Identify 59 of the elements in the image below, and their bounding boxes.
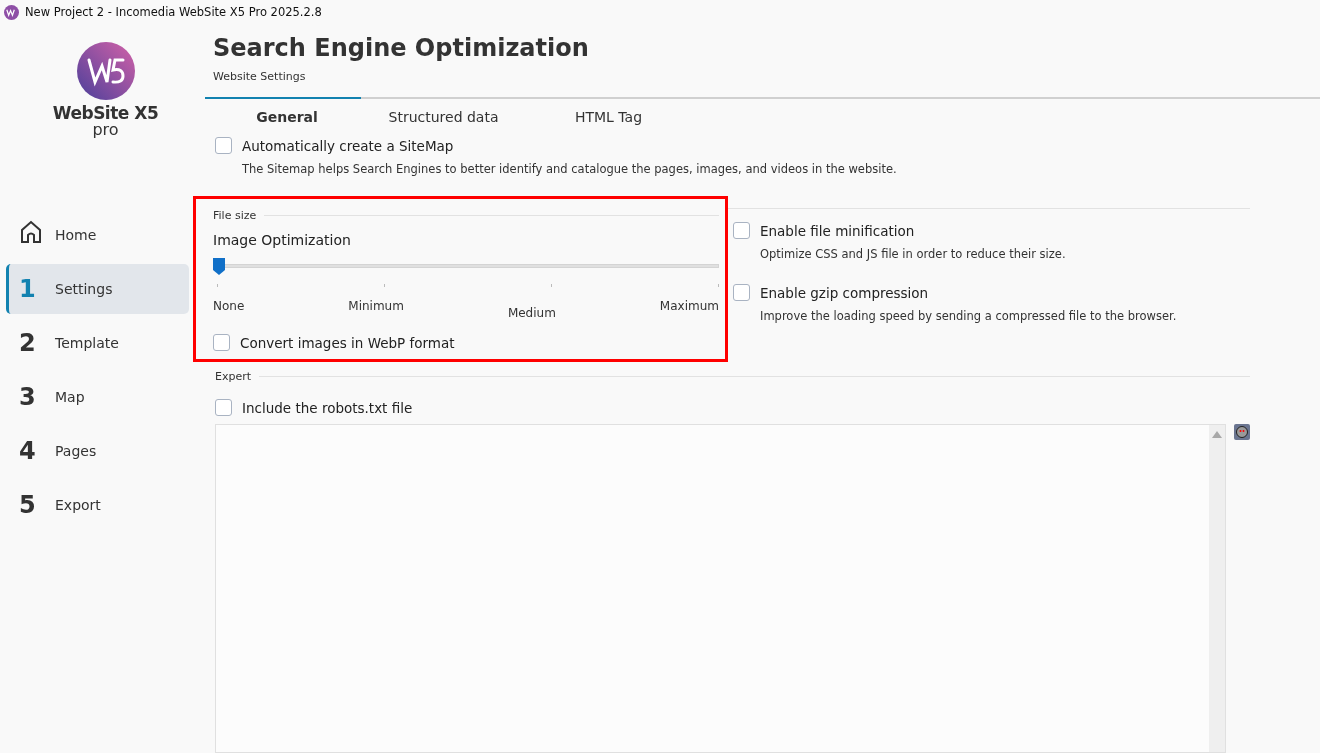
nav-item[interactable]: 4 Pages [6, 426, 189, 476]
slider[interactable] [213, 258, 719, 276]
logo-text: WebSite X5 [52, 104, 159, 122]
slider-label: Image Optimization [213, 232, 352, 248]
checkbox-box[interactable] [733, 222, 750, 239]
nav-label: Pages [55, 443, 97, 459]
tick-label: Medium [507, 306, 556, 320]
checkbox-box[interactable] [733, 284, 750, 301]
checkbox[interactable]: Enable file minification [733, 222, 1250, 239]
page-subtitle: Website Settings [213, 70, 307, 83]
sitemap-description: The Sitemap helps Search Engines to better identify and catalogue the pages, images, and videos in the website. [242, 162, 898, 176]
checkbox[interactable]: Enable gzip compression [733, 284, 1250, 301]
scrollbar[interactable] [1209, 425, 1225, 752]
step-number: 4 [19, 437, 37, 465]
step-number: 5 [19, 491, 37, 519]
nav-label: Home [55, 227, 97, 243]
checkbox-label: Automatically create a SiteMap [242, 137, 454, 154]
slider-thumb[interactable] [213, 258, 225, 275]
window-title: New Project 2 - Incomedia WebSite X5 Pro 2025.2.8 [25, 5, 322, 19]
nav-label: Settings [55, 281, 113, 297]
app-icon [4, 4, 19, 20]
checkbox-box[interactable] [215, 399, 232, 416]
robots-text-editor[interactable] [215, 424, 1226, 753]
option-description: Improve the loading speed by sending a compressed file to the browser. [760, 309, 1178, 323]
scroll-up-icon[interactable] [1212, 431, 1222, 438]
nav-item[interactable]: 5 Export [6, 480, 189, 530]
nav-item[interactable]: 1 Settings [6, 264, 189, 314]
page-title: Search Engine Optimization [213, 34, 590, 62]
step-number: 2 [19, 329, 37, 357]
checkbox-label: Include the robots.txt file [242, 399, 413, 416]
tab[interactable]: General [213, 105, 361, 129]
nav-item[interactable]: Home [6, 210, 189, 260]
nav-item[interactable]: 2 Template [6, 318, 189, 368]
tab[interactable]: HTML Tag [526, 105, 691, 129]
checkbox[interactable]: Convert images in WebP format [213, 334, 719, 351]
checkbox[interactable]: Include the robots.txt file [215, 399, 1250, 416]
logo-icon [76, 42, 135, 100]
checkbox-box[interactable] [213, 334, 230, 351]
tick-label: None [213, 299, 245, 315]
section-title: Expert [215, 370, 252, 383]
tab[interactable]: Structured data [361, 105, 526, 129]
robot-icon[interactable] [1234, 424, 1250, 440]
step-number: 1 [19, 275, 37, 303]
nav-item[interactable]: 3 Map [6, 372, 189, 422]
checkbox-box[interactable] [215, 137, 232, 154]
option-description: Optimize CSS and JS file in order to reduce their size. [760, 247, 1067, 261]
section-title: File size [213, 209, 257, 222]
nav-label: Map [55, 389, 85, 405]
nav-label: Template [55, 335, 119, 351]
step-number: 3 [19, 383, 37, 411]
checkbox-label: Convert images in WebP format [240, 334, 455, 351]
tick-label: Maximum [659, 299, 719, 315]
tick-label: Minimum [348, 299, 404, 315]
checkbox-label: Enable gzip compression [760, 284, 929, 301]
nav-label: Export [55, 497, 101, 513]
home-icon [19, 220, 43, 244]
logo-edition: pro [92, 122, 119, 138]
checkbox[interactable]: Automatically create a SiteMap [215, 137, 1250, 154]
checkbox-label: Enable file minification [760, 222, 915, 239]
